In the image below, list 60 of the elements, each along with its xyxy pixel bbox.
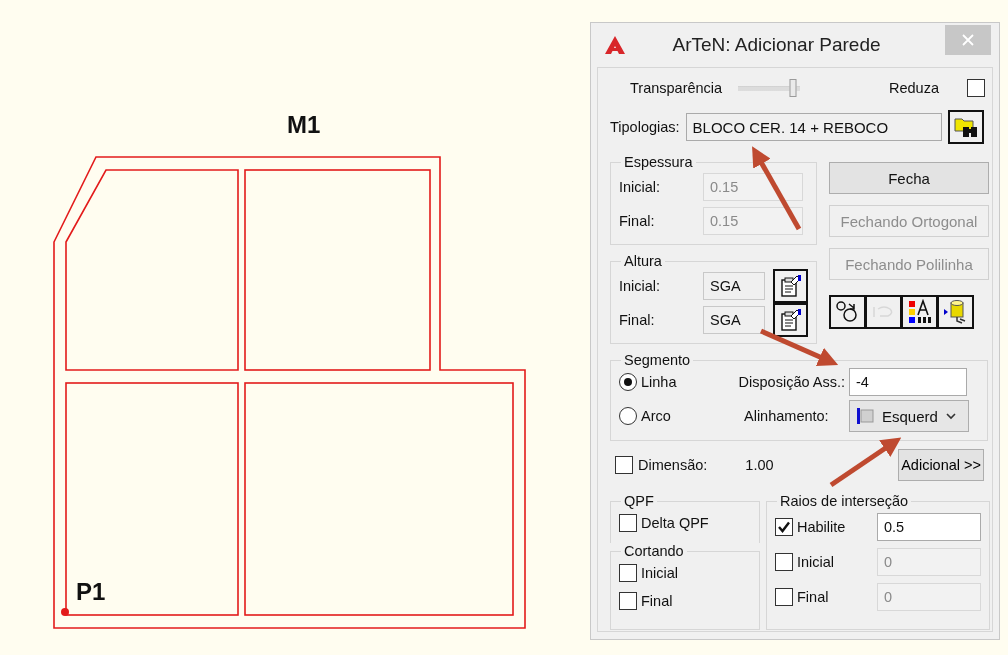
dimension-value: 1.00 — [745, 457, 774, 473]
tool-button[interactable] — [937, 295, 974, 329]
window-title: ArTeN: Adicionar Parede — [671, 34, 882, 56]
checkbox[interactable] — [967, 79, 985, 97]
slider-thumb[interactable] — [789, 79, 797, 97]
radio-button[interactable] — [619, 407, 637, 425]
checkbox[interactable] — [619, 514, 637, 532]
group-title: Espessura — [623, 154, 694, 170]
value-field[interactable]: SGA — [703, 306, 766, 334]
value-field[interactable]: SGA — [703, 272, 766, 300]
point-label: M1 — [287, 111, 321, 138]
browse-button[interactable] — [947, 110, 984, 144]
checkbox-label: Final — [797, 588, 829, 605]
color-text-icon — [906, 299, 933, 325]
checkbox-label: Reduza — [889, 80, 939, 96]
checkbox-label: Habilite — [797, 518, 846, 535]
option-label: Linha — [641, 374, 677, 390]
clipboard-icon — [778, 274, 803, 298]
field-label: Inicial: — [619, 179, 662, 195]
group-title: QPF — [623, 493, 655, 509]
point-label: P1 — [76, 578, 106, 605]
group-title: Segmento — [623, 352, 692, 368]
chevron-down-icon — [945, 412, 956, 420]
more-button[interactable]: Adicional >> — [898, 449, 984, 481]
clipboard-icon — [778, 308, 803, 332]
checkbox[interactable] — [619, 592, 637, 610]
checkbox[interactable] — [615, 456, 633, 474]
field-label: Final: — [619, 312, 656, 328]
checkbox-label: Inicial — [641, 565, 679, 581]
slider-label: Transparência — [630, 80, 723, 96]
app-logo-icon — [604, 35, 626, 55]
option-label: Arco — [641, 408, 671, 424]
field-label: Inicial: — [619, 278, 662, 294]
command-button[interactable]: Fecha — [829, 162, 989, 194]
group-title: Altura — [623, 253, 663, 269]
checkbox[interactable] — [619, 564, 637, 582]
align-left-icon — [856, 408, 874, 424]
tool-button[interactable] — [901, 295, 938, 329]
radio-button[interactable] — [619, 373, 637, 391]
point-marker — [61, 608, 69, 616]
group-title: Cortando — [623, 543, 685, 559]
field-label: Final: — [619, 213, 656, 229]
picker-button[interactable] — [773, 269, 808, 303]
checkbox-label: Final — [641, 593, 673, 609]
checkbox-label: Inicial — [797, 553, 835, 570]
alignment-dropdown[interactable]: Esquerd — [849, 400, 969, 432]
field-label: Tipologias: — [610, 119, 680, 135]
group-title: Raios de interseção — [779, 493, 910, 509]
typology-field[interactable]: BLOCO CER. 14 + REBOCO — [685, 113, 942, 141]
offset-field[interactable]: -4 — [849, 368, 967, 396]
checkbox-label: Delta QPF — [641, 515, 709, 531]
value-field[interactable]: 0.5 — [877, 512, 981, 541]
picker-button[interactable] — [773, 303, 808, 337]
checkbox[interactable] — [775, 517, 793, 536]
checkbox-label: Dimensão: — [638, 457, 708, 473]
close-icon — [962, 34, 974, 46]
field-label: Disposição Ass.: — [738, 374, 845, 390]
field-label: Alinhamento: — [744, 408, 829, 424]
folder-binoculars-icon — [952, 115, 979, 139]
tool-button[interactable] — [829, 295, 866, 329]
